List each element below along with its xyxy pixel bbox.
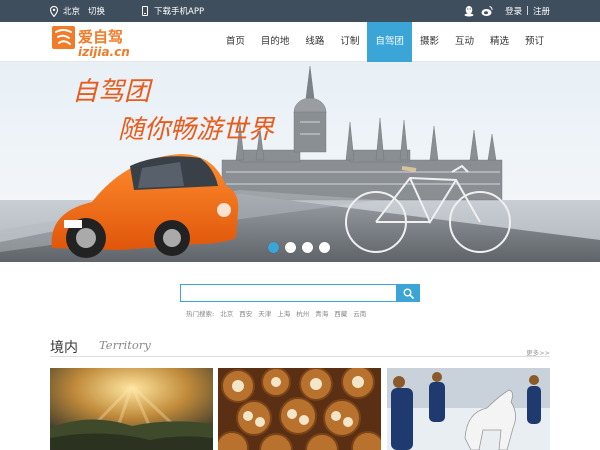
hero-banner[interactable]: 自驾团 随你畅游世界 (0, 62, 600, 262)
carousel-dot[interactable] (302, 242, 313, 253)
svg-text:自驾团: 自驾团 (72, 77, 153, 107)
section-header-territory: 境内 Territory 更多>> (50, 335, 550, 357)
izijia-logo[interactable]: 爱自驾 izijia.cn (52, 26, 152, 58)
svg-text:随你畅游世界: 随你畅游世界 (118, 115, 276, 145)
destination-photo-dimsum[interactable] (218, 368, 381, 450)
account-area: 登录 | 注册 (463, 5, 550, 17)
top-bar: 北京 切换 下载手机APP 登录 | 注册 (0, 0, 600, 22)
section-title: 境内 (50, 340, 78, 356)
carousel-dots (268, 242, 336, 253)
nav-item[interactable]: 互动 (447, 22, 482, 62)
qq-icon[interactable] (463, 5, 475, 17)
current-city: 北京 (63, 7, 81, 17)
nav-item[interactable]: 自驾团 (367, 22, 412, 62)
hot-search-term[interactable]: 上海 (277, 308, 290, 318)
hot-search-term[interactable]: 云南 (353, 308, 366, 318)
destination-photo-mountains[interactable] (50, 368, 213, 450)
app-download-link[interactable]: 下载手机APP (142, 5, 204, 17)
nav-item[interactable]: 线路 (297, 22, 332, 62)
app-download-label: 下载手机APP (154, 7, 205, 17)
weibo-icon[interactable] (481, 5, 493, 17)
nav-item[interactable]: 首页 (218, 22, 253, 62)
nav-item[interactable]: 目的地 (253, 22, 298, 62)
switch-city-link[interactable]: 切换 (88, 5, 105, 17)
search-icon (403, 288, 414, 299)
svg-text:izijia.cn: izijia.cn (78, 45, 130, 58)
nav-item[interactable]: 摄影 (412, 22, 447, 62)
more-link[interactable]: 更多>> (526, 347, 550, 357)
search-input[interactable] (180, 284, 396, 302)
register-link[interactable]: 注册 (533, 5, 550, 17)
hot-search-list: 热门搜索: 北京 西安 天津 上海 杭州 青海 西藏 云南 (186, 308, 372, 318)
banner-image: 自驾团 随你畅游世界 (0, 62, 600, 262)
hot-search-term[interactable]: 青海 (315, 308, 328, 318)
location-pin-icon (50, 5, 58, 17)
login-link[interactable]: 登录 (505, 5, 522, 17)
hot-search-label: 热门搜索: (186, 310, 215, 318)
hot-search-term[interactable]: 西安 (239, 308, 252, 318)
main-header: 爱自驾 izijia.cn 首页 目的地 线路 订制 自驾团 摄影 互动 精选 预订 (0, 22, 600, 62)
carousel-dot[interactable] (319, 242, 330, 253)
destination-photo-horse-racing[interactable] (387, 368, 550, 450)
mobile-phone-icon (142, 6, 149, 16)
hot-search-term[interactable]: 杭州 (296, 308, 309, 318)
svg-text:爱自驾: 爱自驾 (78, 28, 123, 46)
location: 北京 切换 (50, 5, 105, 17)
nav-item[interactable]: 预订 (517, 22, 552, 62)
carousel-dot[interactable] (285, 242, 296, 253)
separator: | (526, 6, 529, 16)
section-subtitle: Territory (99, 338, 151, 352)
carousel-dot[interactable] (268, 242, 279, 253)
hot-search-term[interactable]: 北京 (220, 308, 233, 318)
destination-photo-grid (50, 368, 550, 450)
nav-item[interactable]: 订制 (332, 22, 367, 62)
nav-item[interactable]: 精选 (482, 22, 517, 62)
hot-search-term[interactable]: 天津 (258, 308, 271, 318)
main-nav: 首页 目的地 线路 订制 自驾团 摄影 互动 精选 预订 (218, 22, 552, 62)
search-bar (180, 284, 420, 302)
search-button[interactable] (396, 284, 420, 302)
hot-search-term[interactable]: 西藏 (334, 308, 347, 318)
